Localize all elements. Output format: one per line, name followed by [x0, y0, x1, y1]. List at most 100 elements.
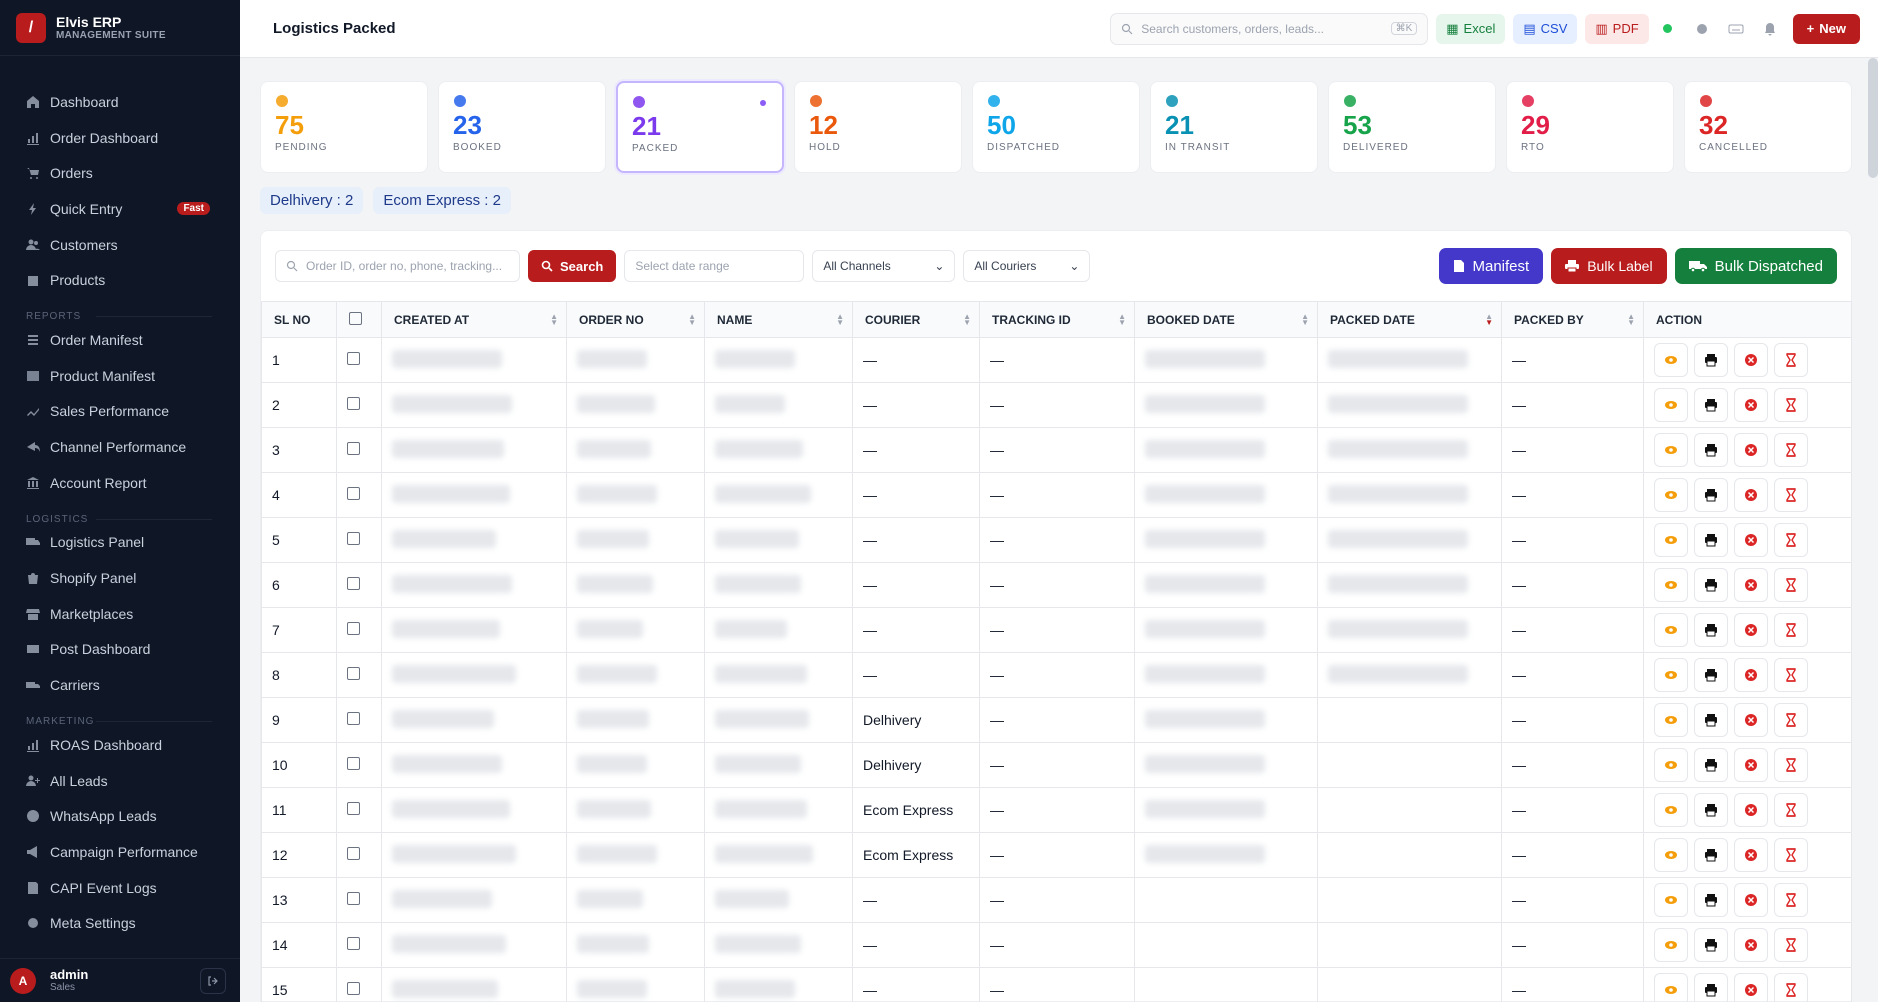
cancel-button[interactable] [1734, 523, 1768, 557]
cell-select[interactable] [336, 382, 382, 428]
cancel-button[interactable] [1734, 613, 1768, 647]
row-checkbox[interactable] [347, 757, 360, 770]
hold-button[interactable] [1774, 613, 1808, 647]
sidebar-item-order-dashboard[interactable]: Order Dashboard [0, 120, 240, 156]
sidebar-item-products[interactable]: Products [0, 262, 240, 298]
export-pdf-button[interactable]: ▥ PDF [1585, 13, 1649, 44]
col-booked-date[interactable]: BOOKED DATE ▲ ▼ [1134, 301, 1318, 338]
sort-icon[interactable]: ▲ ▼ [836, 313, 844, 327]
sidebar-item-account-report[interactable]: Account Report [0, 465, 240, 501]
stat-card-packed[interactable]: 21 PACKED [616, 81, 784, 173]
hold-button[interactable] [1774, 478, 1808, 512]
cell-select[interactable] [336, 922, 382, 968]
cell-order-no[interactable] [566, 562, 705, 608]
cancel-button[interactable] [1734, 343, 1768, 377]
view-button[interactable] [1654, 703, 1688, 737]
table-row[interactable]: 1— — — [261, 337, 1852, 383]
cell-select[interactable] [336, 337, 382, 383]
view-button[interactable] [1654, 928, 1688, 962]
cell-select[interactable] [336, 877, 382, 923]
cancel-button[interactable] [1734, 568, 1768, 602]
view-button[interactable] [1654, 343, 1688, 377]
sort-icon[interactable]: ▲ ▼ [1118, 313, 1126, 327]
cell-select[interactable] [336, 607, 382, 653]
cell-order-no[interactable] [566, 382, 705, 428]
sidebar-item-dashboard[interactable]: Dashboard [0, 84, 240, 120]
sidebar-item-logistics-panel[interactable]: Logistics Panel [0, 525, 240, 561]
stat-card-pending[interactable]: 75 PENDING [260, 81, 428, 173]
col-order-no[interactable]: ORDER NO ▲ ▼ [566, 301, 705, 338]
cancel-button[interactable] [1734, 658, 1768, 692]
row-checkbox[interactable] [347, 442, 360, 455]
print-button[interactable] [1694, 838, 1728, 872]
print-button[interactable] [1694, 523, 1728, 557]
row-checkbox[interactable] [347, 622, 360, 635]
cell-order-no[interactable] [566, 697, 705, 743]
sidebar-item-product-manifest[interactable]: Product Manifest [0, 358, 240, 394]
row-checkbox[interactable] [347, 982, 360, 995]
row-checkbox[interactable] [347, 667, 360, 680]
hold-button[interactable] [1774, 793, 1808, 827]
cell-select[interactable] [336, 742, 382, 788]
courier-chip[interactable]: Ecom Express : 2 [373, 187, 511, 214]
hold-button[interactable] [1774, 928, 1808, 962]
view-button[interactable] [1654, 658, 1688, 692]
stat-card-rto[interactable]: 29 RTO [1506, 81, 1674, 173]
table-row[interactable]: 5— — — [261, 517, 1852, 563]
view-button[interactable] [1654, 838, 1688, 872]
cancel-button[interactable] [1734, 793, 1768, 827]
sidebar-item-carriers[interactable]: Carriers [0, 667, 240, 703]
new-button[interactable]: + New [1792, 13, 1860, 44]
cell-order-no[interactable] [566, 922, 705, 968]
user-profile[interactable]: A admin Sales [0, 958, 240, 1002]
sidebar-item-sales-performance[interactable]: Sales Performance [0, 394, 240, 430]
table-row[interactable]: 14— — — [261, 922, 1852, 968]
print-button[interactable] [1694, 478, 1728, 512]
print-button[interactable] [1694, 343, 1728, 377]
print-button[interactable] [1694, 748, 1728, 782]
row-checkbox[interactable] [347, 577, 360, 590]
logout-icon[interactable] [200, 967, 226, 994]
view-button[interactable] [1654, 883, 1688, 917]
sidebar-item-campaign-performance[interactable]: Campaign Performance [0, 834, 240, 870]
sidebar-item-marketplaces[interactable]: Marketplaces [0, 596, 240, 632]
table-row[interactable]: 3— — — [261, 427, 1852, 473]
table-row[interactable]: 10 Delhivery — — [261, 742, 1852, 788]
cancel-button[interactable] [1734, 838, 1768, 872]
search-button[interactable]: Search [528, 250, 617, 282]
row-checkbox[interactable] [347, 847, 360, 860]
cell-select[interactable] [336, 652, 382, 698]
scrollbar[interactable] [1868, 58, 1878, 178]
view-button[interactable] [1654, 793, 1688, 827]
print-button[interactable] [1694, 613, 1728, 647]
hold-button[interactable] [1774, 343, 1808, 377]
cell-order-no[interactable] [566, 967, 705, 1002]
cell-select[interactable] [336, 472, 382, 518]
sidebar-item-shopify-panel[interactable]: Shopify Panel [0, 560, 240, 596]
hold-button[interactable] [1774, 838, 1808, 872]
cell-order-no[interactable] [566, 607, 705, 653]
export-excel-button[interactable]: ▦ Excel [1436, 13, 1506, 44]
col-tracking-id[interactable]: TRACKING ID ▲ ▼ [979, 301, 1135, 338]
cell-order-no[interactable] [566, 337, 705, 383]
row-checkbox[interactable] [347, 397, 360, 410]
cell-select[interactable] [336, 787, 382, 833]
cancel-button[interactable] [1734, 928, 1768, 962]
cell-select[interactable] [336, 562, 382, 608]
table-row[interactable]: 12 Ecom Express — — [261, 832, 1852, 878]
print-button[interactable] [1694, 928, 1728, 962]
col-packed-by[interactable]: PACKED BY ▲ ▼ [1501, 301, 1644, 338]
view-button[interactable] [1654, 613, 1688, 647]
hold-button[interactable] [1774, 523, 1808, 557]
sort-icon[interactable]: ▲ ▼ [1301, 313, 1309, 327]
hold-button[interactable] [1774, 973, 1808, 1002]
sidebar-item-roas-dashboard[interactable]: ROAS Dashboard [0, 727, 240, 763]
row-checkbox[interactable] [347, 487, 360, 500]
channel-select[interactable]: All Channels ⌄ [812, 250, 956, 282]
date-range-input[interactable]: Select date range [624, 250, 805, 282]
print-button[interactable] [1694, 433, 1728, 467]
theme-toggle-icon[interactable] [1687, 14, 1717, 44]
col-name[interactable]: NAME ▲ ▼ [704, 301, 853, 338]
cell-select[interactable] [336, 427, 382, 473]
sidebar-item-whatsapp-leads[interactable]: WhatsApp Leads [0, 798, 240, 834]
